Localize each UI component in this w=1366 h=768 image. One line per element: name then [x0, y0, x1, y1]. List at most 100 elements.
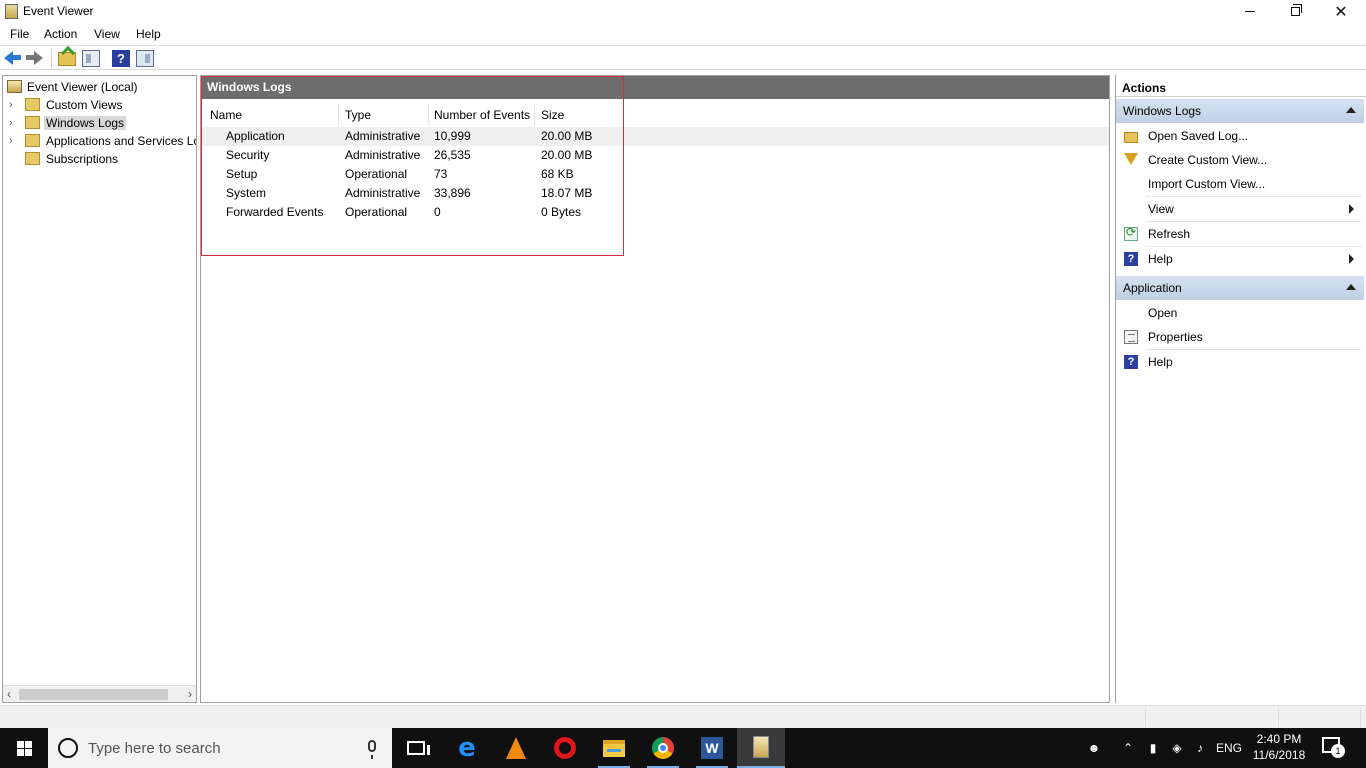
- log-name: Forwarded Events: [226, 205, 324, 219]
- task-view-button[interactable]: [392, 728, 440, 768]
- log-name: Security: [226, 148, 270, 162]
- column-divider[interactable]: [534, 105, 535, 125]
- column-divider[interactable]: [338, 105, 339, 125]
- menu-help[interactable]: Help: [136, 27, 161, 41]
- action-refresh[interactable]: Refresh: [1116, 222, 1364, 246]
- people-icon: ☻: [1087, 741, 1101, 755]
- action-open[interactable]: Open: [1116, 301, 1364, 325]
- refresh-icon: [1124, 225, 1138, 241]
- actions-section-application[interactable]: Application: [1116, 276, 1364, 300]
- folder-up-icon[interactable]: [58, 52, 76, 66]
- table-row[interactable]: Setup Operational 73 68 KB: [201, 165, 1109, 184]
- taskbar-event-viewer[interactable]: [737, 728, 785, 768]
- volume-button[interactable]: ♪: [1189, 728, 1211, 768]
- volume-muted-icon: ♪: [1197, 741, 1203, 755]
- column-type[interactable]: Type: [345, 108, 371, 122]
- file-explorer-icon: [603, 739, 625, 757]
- log-name: Application: [226, 129, 285, 143]
- microphone-icon[interactable]: [368, 740, 376, 759]
- action-help-application[interactable]: ? Help: [1116, 350, 1364, 374]
- taskbar-file-explorer[interactable]: [590, 728, 638, 768]
- column-name[interactable]: Name: [210, 108, 242, 122]
- menu-view[interactable]: View: [94, 27, 120, 41]
- collapse-up-icon[interactable]: [1346, 284, 1356, 290]
- windows-logo-icon: [16, 740, 32, 756]
- tree-item-event-viewer-local[interactable]: Event Viewer (Local): [3, 78, 196, 96]
- taskbar-clock[interactable]: 2:40 PM 11/6/2018: [1243, 731, 1315, 763]
- opera-icon: [554, 737, 576, 759]
- log-size: 68 KB: [541, 167, 574, 181]
- action-create-custom-view[interactable]: Create Custom View...: [1116, 148, 1364, 172]
- people-button[interactable]: ☻: [1080, 728, 1108, 768]
- taskbar-word[interactable]: W: [688, 728, 736, 768]
- log-name: Setup: [226, 167, 258, 181]
- battery-button[interactable]: ▮: [1142, 728, 1164, 768]
- help-icon[interactable]: ?: [112, 50, 130, 67]
- forward-arrow-icon[interactable]: [26, 50, 44, 67]
- show-hide-action-pane-icon[interactable]: [136, 50, 154, 67]
- start-button[interactable]: [0, 728, 48, 768]
- show-hidden-icons-button[interactable]: ⌃: [1118, 728, 1138, 768]
- tree-item-windows-logs[interactable]: › Windows Logs: [3, 114, 196, 132]
- column-headers: Name Type Number of Events Size: [201, 105, 1109, 125]
- taskbar-opera[interactable]: [541, 728, 589, 768]
- chevron-right-icon[interactable]: ›: [9, 117, 13, 129]
- table-row[interactable]: Security Administrative 26,535 20.00 MB: [201, 146, 1109, 165]
- table-row[interactable]: Forwarded Events Operational 0 0 Bytes: [201, 203, 1109, 222]
- action-label: Refresh: [1148, 227, 1191, 241]
- tree-item-label: Custom Views: [46, 98, 123, 112]
- taskbar-chrome[interactable]: [639, 728, 687, 768]
- collapse-up-icon[interactable]: [1346, 107, 1356, 113]
- log-type: Administrative: [345, 129, 421, 143]
- toolbar-separator: [51, 49, 52, 67]
- window-title: Event Viewer: [23, 4, 94, 18]
- chevron-right-icon[interactable]: ›: [9, 135, 13, 147]
- menu-action[interactable]: Action: [44, 27, 77, 41]
- horizontal-scrollbar[interactable]: ‹ ›: [3, 685, 196, 702]
- table-row[interactable]: System Administrative 33,896 18.07 MB: [201, 184, 1109, 203]
- action-help[interactable]: ? Help: [1116, 247, 1364, 271]
- network-button[interactable]: ◈: [1166, 728, 1188, 768]
- open-folder-icon: [1124, 132, 1138, 143]
- tree-item-label: Applications and Services Logs: [46, 134, 196, 148]
- wifi-icon: ◈: [1172, 741, 1182, 755]
- taskbar-edge[interactable]: e: [443, 728, 491, 768]
- vlc-icon: [506, 737, 526, 759]
- table-row[interactable]: Application Administrative 10,999 20.00 …: [201, 127, 1109, 146]
- back-arrow-icon[interactable]: [4, 50, 22, 67]
- action-center-icon[interactable]: 1: [1322, 737, 1345, 758]
- close-button[interactable]: ✕: [1318, 0, 1364, 23]
- taskbar-search-box[interactable]: Type here to search: [48, 728, 392, 768]
- column-size[interactable]: Size: [541, 108, 564, 122]
- help-icon: ?: [1124, 355, 1138, 369]
- action-label: Help: [1148, 355, 1173, 369]
- action-label: Open Saved Log...: [1148, 129, 1249, 143]
- chevron-right-icon[interactable]: ›: [9, 99, 13, 111]
- scroll-thumb[interactable]: [19, 689, 168, 700]
- restore-button[interactable]: [1272, 0, 1318, 23]
- tree-item-custom-views[interactable]: › Custom Views: [3, 96, 196, 114]
- action-open-saved-log[interactable]: Open Saved Log...: [1116, 124, 1364, 148]
- column-divider[interactable]: [428, 105, 429, 125]
- scroll-left-icon[interactable]: ‹: [7, 687, 11, 701]
- menu-file[interactable]: File: [10, 27, 29, 41]
- action-view[interactable]: View: [1116, 197, 1364, 221]
- log-type: Operational: [345, 167, 408, 181]
- tree-item-subscriptions[interactable]: Subscriptions: [3, 150, 196, 168]
- action-label: View: [1148, 202, 1174, 216]
- tree-item-applications-and-services-logs[interactable]: › Applications and Services Logs: [3, 132, 196, 150]
- actions-section-windows-logs[interactable]: Windows Logs: [1116, 99, 1364, 123]
- subscriptions-icon: [25, 152, 40, 165]
- show-hide-tree-icon[interactable]: [82, 50, 100, 67]
- actions-title: Actions: [1116, 77, 1366, 97]
- minimize-button[interactable]: [1227, 0, 1273, 23]
- action-properties[interactable]: Properties: [1116, 325, 1364, 349]
- scroll-right-icon[interactable]: ›: [188, 687, 192, 701]
- task-view-icon: [407, 741, 430, 755]
- actions-pane: Actions Windows Logs Open Saved Log... C…: [1115, 75, 1366, 703]
- action-import-custom-view[interactable]: Import Custom View...: [1116, 172, 1364, 196]
- help-icon: ?: [1124, 252, 1138, 266]
- column-number-of-events[interactable]: Number of Events: [434, 108, 530, 122]
- taskbar-vlc[interactable]: [492, 728, 540, 768]
- input-language-button[interactable]: ENG: [1214, 728, 1244, 768]
